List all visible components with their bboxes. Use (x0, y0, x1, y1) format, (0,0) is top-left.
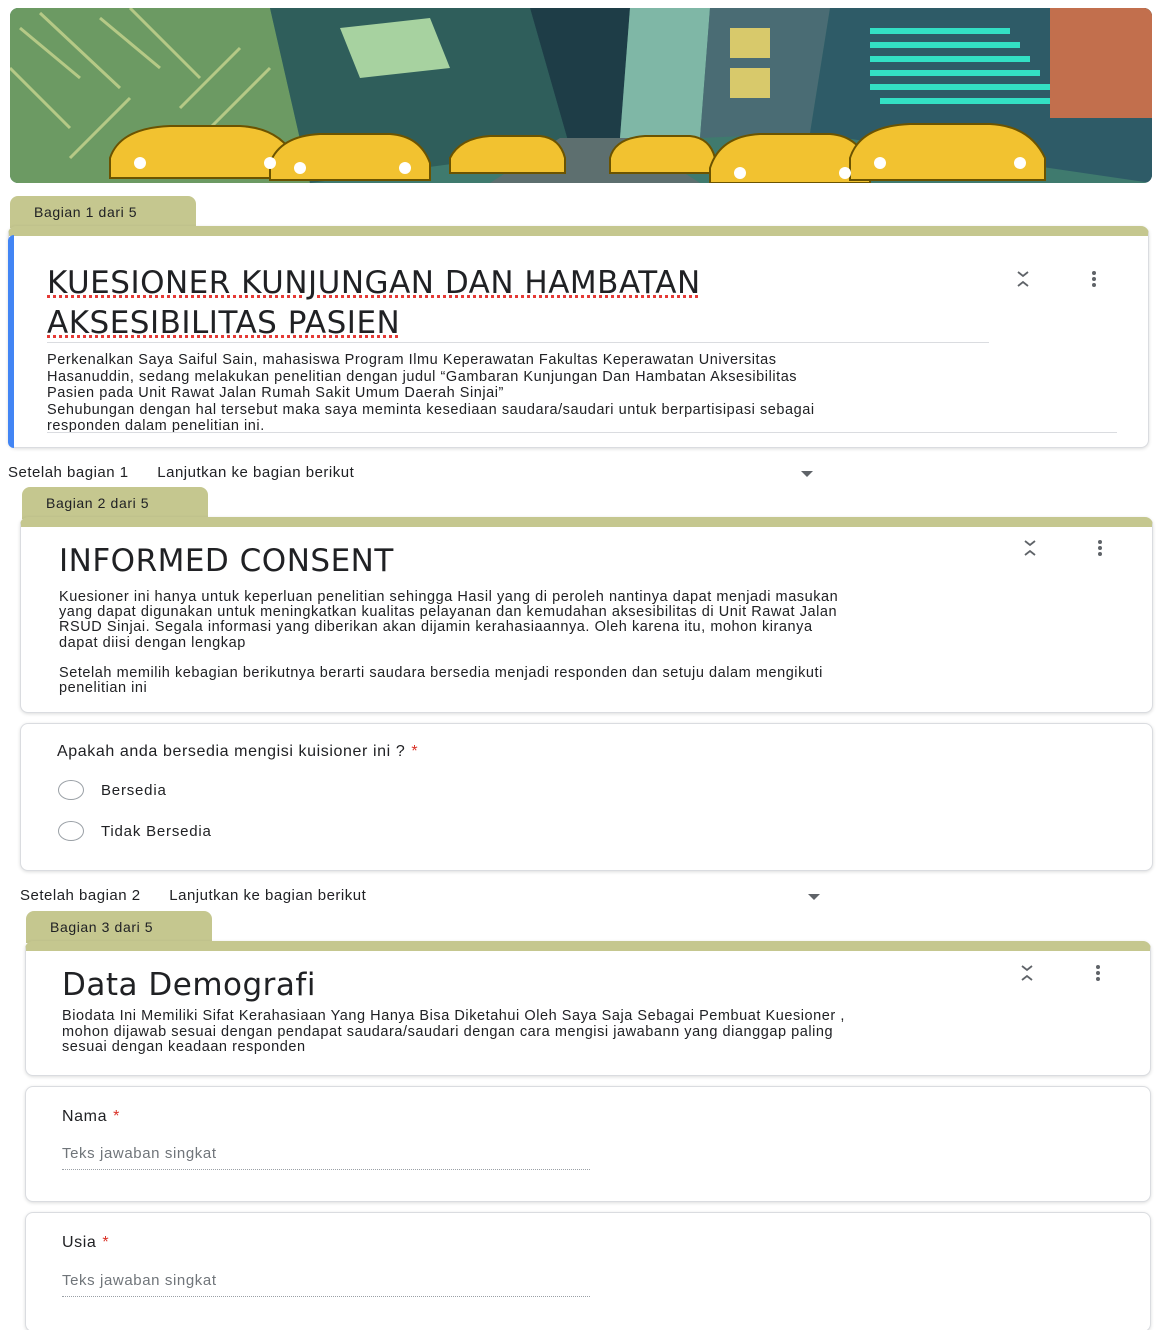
description-line: Pasien pada Unit Rawat Jalan Rumah Sakit… (47, 385, 1117, 402)
collapse-icon[interactable] (1022, 539, 1038, 557)
section-1-tab: Bagian 1 dari 5 (10, 196, 196, 228)
description-line: Setelah memilih kebagian berikutnya bera… (59, 666, 1129, 681)
description-line: penelitian ini (59, 681, 1129, 696)
short-answer-input[interactable]: Teks jawaban singkat (62, 1145, 590, 1170)
header-banner-image (10, 8, 1152, 183)
description-line: RSUD Sinjai. Segala informasi yang diber… (59, 620, 1129, 635)
description-line: Hasanuddin, sedang melakukan penelitian … (47, 369, 1117, 386)
section-2-description[interactable]: Kuesioner ini hanya untuk keperluan pene… (59, 590, 1129, 696)
description-line: Biodata Ini Memiliki Sifat Kerahasiaan Y… (62, 1009, 1132, 1025)
short-answer-input[interactable]: Teks jawaban singkat (62, 1272, 590, 1297)
section-2-tab: Bagian 2 dari 5 (22, 487, 208, 519)
description-line: mohon dijawab sesuai dengan pendapat sau… (62, 1025, 1132, 1041)
radio-option-bersedia[interactable]: Bersedia (58, 780, 167, 800)
section-3-tab-label: Bagian 3 dari 5 (50, 919, 153, 935)
section-3-title[interactable]: Data Demografi (62, 965, 316, 1005)
description-line: Kuesioner ini hanya untuk keperluan pene… (59, 590, 1129, 605)
form-description[interactable]: Perkenalkan Saya Saiful Sain, mahasiswa … (47, 352, 1117, 435)
required-asterisk: * (113, 1108, 120, 1125)
dropdown-arrow-icon[interactable] (808, 894, 820, 900)
description-line: Perkenalkan Saya Saiful Sain, mahasiswa … (47, 352, 1117, 369)
question-card-consent[interactable]: Apakah anda bersedia mengisi kuisioner i… (20, 723, 1153, 871)
form-title-line-1: KUESIONER KUNJUNGAN DAN HAMBATAN (47, 263, 987, 303)
section-1-tab-label: Bagian 1 dari 5 (34, 204, 137, 220)
description-divider (47, 432, 1117, 433)
more-vert-icon[interactable] (1091, 270, 1097, 288)
question-card-usia[interactable]: Usia * Teks jawaban singkat (25, 1212, 1151, 1330)
radio-button[interactable] (58, 780, 84, 800)
radio-option-tidak-bersedia[interactable]: Tidak Bersedia (58, 821, 212, 841)
section-2-title[interactable]: INFORMED CONSENT (59, 541, 394, 581)
question-text: Apakah anda bersedia mengisi kuisioner i… (57, 743, 405, 760)
collapse-icon[interactable] (1015, 270, 1031, 288)
collapse-icon[interactable] (1019, 964, 1035, 982)
description-line: Sehubungan dengan hal tersebut maka saya… (47, 402, 1117, 419)
section-2-tab-label: Bagian 2 dari 5 (46, 495, 149, 511)
next-section-select[interactable]: Lanjutkan ke bagian berikut (169, 887, 366, 904)
title-divider (47, 342, 989, 343)
question-title: Nama * (62, 1108, 120, 1126)
after-section-1-navigation[interactable]: Setelah bagian 1 Lanjutkan ke bagian ber… (8, 464, 354, 481)
radio-option-label: Tidak Bersedia (101, 823, 212, 840)
required-asterisk: * (411, 743, 418, 760)
description-line (59, 651, 1129, 666)
after-section-label: Setelah bagian 1 (8, 464, 129, 481)
required-asterisk: * (102, 1234, 109, 1251)
question-text: Usia (62, 1234, 96, 1251)
active-card-accent (8, 235, 14, 448)
question-title: Apakah anda bersedia mengisi kuisioner i… (57, 743, 418, 761)
more-vert-icon[interactable] (1095, 964, 1101, 982)
description-line: yang dapat digunakan untuk meningkatkan … (59, 605, 1129, 620)
question-card-nama[interactable]: Nama * Teks jawaban singkat (25, 1086, 1151, 1202)
description-line: sesuai dengan keadaan responden (62, 1040, 1132, 1056)
section-2-header-card[interactable]: INFORMED CONSENT Kuesioner ini hanya unt… (20, 517, 1153, 713)
section-1-header-card[interactable]: KUESIONER KUNJUNGAN DAN HAMBATAN AKSESIB… (8, 226, 1149, 448)
more-vert-icon[interactable] (1097, 539, 1103, 557)
question-text: Nama (62, 1108, 107, 1125)
form-title-line-2: AKSESIBILITAS PASIEN (47, 303, 987, 343)
question-title: Usia * (62, 1234, 109, 1252)
section-3-header-card[interactable]: Data Demografi Biodata Ini Memiliki Sifa… (25, 941, 1151, 1076)
next-section-select[interactable]: Lanjutkan ke bagian berikut (157, 464, 354, 481)
dropdown-arrow-icon[interactable] (801, 471, 813, 477)
section-3-description[interactable]: Biodata Ini Memiliki Sifat Kerahasiaan Y… (62, 1009, 1132, 1056)
after-section-2-navigation[interactable]: Setelah bagian 2 Lanjutkan ke bagian ber… (20, 887, 366, 904)
radio-button[interactable] (58, 821, 84, 841)
section-3-tab: Bagian 3 dari 5 (26, 911, 212, 943)
radio-option-label: Bersedia (101, 782, 167, 799)
description-line: dapat diisi dengan lengkap (59, 636, 1129, 651)
form-title[interactable]: KUESIONER KUNJUNGAN DAN HAMBATAN AKSESIB… (47, 263, 987, 343)
after-section-label: Setelah bagian 2 (20, 887, 141, 904)
